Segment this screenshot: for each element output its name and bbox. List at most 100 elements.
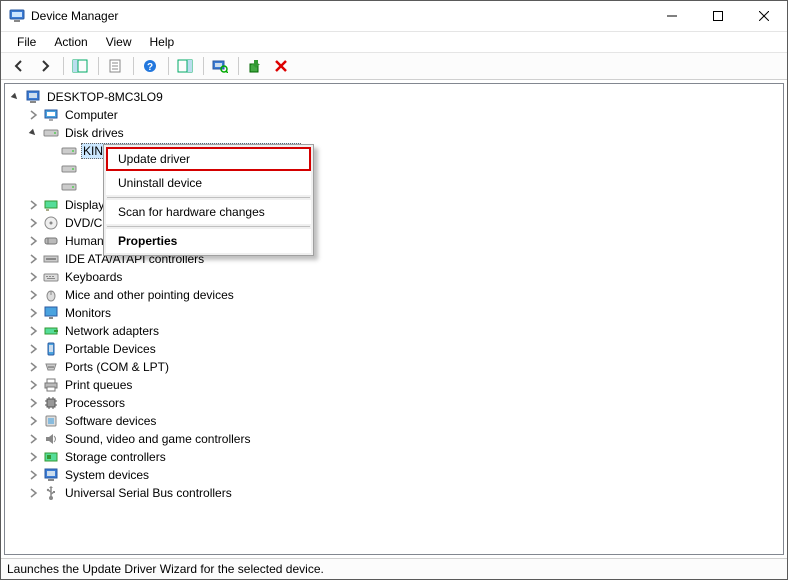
tree-item-storage[interactable]: Storage controllers (27, 448, 783, 466)
tree-item-mice[interactable]: Mice and other pointing devices (27, 286, 783, 304)
minimize-button[interactable] (649, 1, 695, 31)
sound-icon (43, 431, 59, 447)
menu-file[interactable]: File (9, 33, 44, 51)
device-manager-window: Device Manager File Action View Help (0, 0, 788, 580)
toolbar-separator (98, 57, 99, 75)
toolbar-separator (203, 57, 204, 75)
expand-icon[interactable] (27, 253, 39, 265)
expand-icon[interactable] (27, 109, 39, 121)
statusbar: Launches the Update Driver Wizard for th… (1, 558, 787, 579)
svg-text:?: ? (147, 62, 153, 73)
disk-drive-icon (61, 161, 77, 177)
context-separator (107, 197, 310, 198)
expand-icon[interactable] (27, 487, 39, 499)
context-menu: Update driver Uninstall device Scan for … (103, 144, 314, 256)
back-button[interactable] (7, 55, 31, 77)
processor-icon (43, 395, 59, 411)
tree-item-label (81, 180, 88, 194)
tree-item-label: Storage controllers (63, 450, 168, 464)
expand-icon[interactable] (27, 325, 39, 337)
hid-icon (43, 233, 59, 249)
context-separator (107, 226, 310, 227)
expand-icon[interactable] (27, 415, 39, 427)
help-button[interactable]: ? (138, 55, 162, 77)
tree-item-label: Universal Serial Bus controllers (63, 486, 234, 500)
tree-item-label: System devices (63, 468, 151, 482)
context-update-driver[interactable]: Update driver (106, 147, 311, 171)
tree-item-label: Mice and other pointing devices (63, 288, 236, 302)
expand-icon[interactable] (27, 469, 39, 481)
expand-icon[interactable] (27, 451, 39, 463)
tree-item-usb[interactable]: Universal Serial Bus controllers (27, 484, 783, 502)
tree-item-system[interactable]: System devices (27, 466, 783, 484)
tree-item-label: Print queues (63, 378, 134, 392)
context-scan-hardware[interactable]: Scan for hardware changes (106, 200, 311, 224)
port-icon (43, 359, 59, 375)
printer-icon (43, 377, 59, 393)
toolbar-separator (63, 57, 64, 75)
disk-drive-icon (43, 125, 59, 141)
expand-icon[interactable] (27, 307, 39, 319)
expand-icon[interactable] (27, 199, 39, 211)
collapse-icon[interactable] (27, 127, 39, 139)
context-properties[interactable]: Properties (106, 229, 311, 253)
expand-icon[interactable] (27, 289, 39, 301)
show-hide-console-tree-button[interactable] (68, 55, 92, 77)
expand-icon[interactable] (27, 217, 39, 229)
expand-icon[interactable] (27, 433, 39, 445)
disk-drive-icon (61, 143, 77, 159)
mouse-icon (43, 287, 59, 303)
tree-item-processors[interactable]: Processors (27, 394, 783, 412)
close-button[interactable] (741, 1, 787, 31)
scan-hardware-button[interactable] (208, 55, 232, 77)
expand-icon[interactable] (27, 397, 39, 409)
tree-item-label: Computer (63, 108, 120, 122)
tree-root-label: DESKTOP-8MC3LO9 (45, 90, 165, 104)
display-adapter-icon (43, 197, 59, 213)
tree-item-software[interactable]: Software devices (27, 412, 783, 430)
tree-item-label: Keyboards (63, 270, 124, 284)
tree-item-sound[interactable]: Sound, video and game controllers (27, 430, 783, 448)
action-pane-button[interactable] (173, 55, 197, 77)
titlebar: Device Manager (1, 1, 787, 32)
tree-item-portable[interactable]: Portable Devices (27, 340, 783, 358)
tree-item-monitors[interactable]: Monitors (27, 304, 783, 322)
expand-icon[interactable] (27, 379, 39, 391)
tree-item-label: Sound, video and game controllers (63, 432, 252, 446)
computer-icon (25, 89, 41, 105)
expand-icon[interactable] (27, 361, 39, 373)
toolbar-separator (133, 57, 134, 75)
computer-icon (43, 107, 59, 123)
menu-help[interactable]: Help (142, 33, 183, 51)
update-driver-button[interactable] (243, 55, 267, 77)
maximize-button[interactable] (695, 1, 741, 31)
menu-view[interactable]: View (98, 33, 140, 51)
tree-item-print-queues[interactable]: Print queues (27, 376, 783, 394)
storage-controller-icon (43, 449, 59, 465)
menu-action[interactable]: Action (46, 33, 95, 51)
tree-item-ports[interactable]: Ports (COM & LPT) (27, 358, 783, 376)
tree-item-computer[interactable]: Computer (27, 106, 783, 124)
expand-icon[interactable] (27, 343, 39, 355)
keyboard-icon (43, 269, 59, 285)
system-device-icon (43, 467, 59, 483)
device-manager-icon (9, 8, 25, 24)
statusbar-text: Launches the Update Driver Wizard for th… (7, 562, 324, 576)
tree-item-keyboards[interactable]: Keyboards (27, 268, 783, 286)
device-tree[interactable]: DESKTOP-8MC3LO9 Computer Dis (4, 83, 784, 555)
context-uninstall-device[interactable]: Uninstall device (106, 171, 311, 195)
forward-button[interactable] (33, 55, 57, 77)
uninstall-device-button[interactable] (269, 55, 293, 77)
expand-icon[interactable] (27, 271, 39, 283)
portable-device-icon (43, 341, 59, 357)
window-controls (649, 1, 787, 31)
properties-button[interactable] (103, 55, 127, 77)
toolbar: ? (1, 53, 787, 80)
collapse-icon[interactable] (9, 91, 21, 103)
toolbar-separator (168, 57, 169, 75)
dvd-drive-icon (43, 215, 59, 231)
tree-item-label: Portable Devices (63, 342, 158, 356)
software-device-icon (43, 413, 59, 429)
tree-item-network[interactable]: Network adapters (27, 322, 783, 340)
expand-icon[interactable] (27, 235, 39, 247)
